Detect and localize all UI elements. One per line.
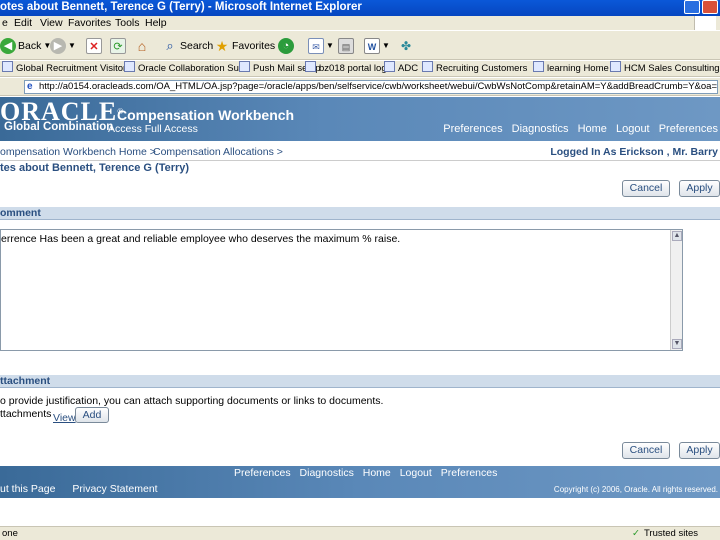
logged-in-user: Logged In As Erickson , Mr. Barry: [550, 146, 718, 158]
menu-favorites[interactable]: Favorites: [68, 16, 111, 30]
word-icon: W: [364, 38, 380, 54]
cancel-button-top[interactable]: Cancel: [622, 180, 670, 197]
link-recruiting-customers[interactable]: Recruiting Customers: [422, 61, 527, 76]
window-controls: [680, 0, 720, 16]
links-bar: Global Recruitment Visitor Oracle Collab…: [0, 61, 720, 77]
home-icon: ⌂: [137, 38, 147, 54]
view-attachments-link[interactable]: View: [53, 412, 76, 424]
cancel-button-bottom[interactable]: Cancel: [622, 442, 670, 459]
apply-button-top[interactable]: Apply: [679, 180, 720, 197]
textarea-scrollbar[interactable]: ▲ ▼: [670, 230, 682, 350]
global-logout-link[interactable]: Logout: [616, 123, 650, 135]
link-oracle-collab[interactable]: Oracle Collaboration Suite: [124, 61, 249, 76]
link-portal-login[interactable]: bz018 portal login: [305, 61, 394, 76]
windows-logo-icon: [694, 16, 716, 30]
menu-file[interactable]: e: [2, 16, 8, 30]
close-window-button[interactable]: [702, 0, 718, 14]
star-icon: ★: [215, 38, 229, 54]
global-diagnostics-link[interactable]: Diagnostics: [512, 123, 569, 135]
oracle-header: ORACLE® Global Combination Compensation …: [0, 97, 720, 141]
refresh-icon: ⟳: [110, 38, 126, 54]
edit-word-button[interactable]: W ▼: [364, 37, 390, 55]
global-preferences-link[interactable]: Preferences: [443, 123, 502, 135]
printer-icon: ▤: [338, 38, 354, 54]
stop-button[interactable]: ✕: [86, 37, 102, 55]
chevron-down-icon: ▼: [68, 41, 76, 50]
page-title: tes about Bennett, Terence G (Terry): [0, 162, 190, 174]
responsibility-name: Access Full Access: [108, 123, 198, 135]
global-home-link[interactable]: Home: [578, 123, 607, 135]
footer-logout-link[interactable]: Logout: [400, 467, 432, 479]
stop-icon: ✕: [86, 38, 102, 54]
home-button[interactable]: ⌂: [134, 37, 150, 55]
window-title: otes about Bennett, Terence G (Terry) - …: [0, 1, 362, 13]
business-group: Global Combination: [4, 121, 114, 133]
link-adc[interactable]: ADC: [384, 61, 418, 76]
link-hcm-sales[interactable]: HCM Sales Consulting: [610, 61, 720, 76]
attachment-section-header: ttachment: [0, 375, 720, 388]
footer-preferences-link[interactable]: Preferences: [234, 467, 291, 479]
refresh-button[interactable]: ⟳: [110, 37, 126, 55]
status-text: one: [2, 528, 18, 539]
breadcrumb: ompensation Workbench Home > Compensatio…: [0, 143, 720, 161]
forward-button[interactable]: ▶ ▼: [50, 37, 76, 55]
footer-diagnostics-link[interactable]: Diagnostics: [300, 467, 354, 479]
scroll-up-icon[interactable]: ▲: [672, 231, 682, 241]
maximize-button[interactable]: [684, 0, 700, 14]
messenger-icon: ✤: [400, 39, 412, 53]
breadcrumb-cwb-home[interactable]: ompensation Workbench Home >: [0, 143, 156, 161]
menu-bar: e Edit View Favorites Tools Help: [0, 16, 720, 30]
about-page-link[interactable]: ut this Page: [0, 483, 55, 495]
security-zone: Trusted sites: [632, 527, 698, 540]
oracle-logo: ORACLE®: [0, 97, 125, 126]
address-input[interactable]: http://a0154.oracleads.com/OA_HTML/OA.js…: [24, 80, 718, 94]
privacy-statement-link[interactable]: Privacy Statement: [72, 483, 157, 495]
chevron-down-icon: ▼: [382, 41, 390, 50]
comment-text: errence Has been a great and reliable em…: [1, 233, 401, 245]
browser-toolbar: ◀ Back ▼ ▶ ▼ ✕ ⟳ ⌂ ⌕ Search ★ Favorites …: [0, 30, 720, 60]
footer-preferences-link-2[interactable]: Preferences: [441, 467, 498, 479]
copyright: Copyright (c) 2006, Oracle. All rights r…: [553, 485, 718, 494]
forward-arrow-icon: ▶: [50, 38, 66, 54]
favorites-button[interactable]: ★ Favorites: [214, 37, 275, 55]
add-attachment-button[interactable]: Add: [75, 407, 109, 423]
page-footer: Preferences Diagnostics Home Logout Pref…: [0, 466, 720, 498]
history-button[interactable]: ◔: [278, 37, 294, 55]
back-button[interactable]: ◀ Back ▼: [0, 37, 51, 55]
attachments-label: ttachments: [0, 408, 52, 420]
global-preferences-link-2[interactable]: Preferences: [659, 123, 718, 135]
attachment-help-text: o provide justification, you can attach …: [0, 395, 384, 407]
messenger-button[interactable]: ✤: [398, 37, 414, 55]
print-button[interactable]: ▤: [338, 37, 354, 55]
address-bar: http://a0154.oracleads.com/OA_HTML/OA.js…: [0, 78, 720, 96]
browser-title-bar: otes about Bennett, Terence G (Terry) - …: [0, 0, 720, 16]
mail-button[interactable]: ✉ ▼: [308, 37, 334, 55]
search-button[interactable]: ⌕ Search: [162, 37, 213, 55]
comment-section-header: omment: [0, 207, 720, 220]
breadcrumb-comp-allocations[interactable]: Compensation Allocations >: [153, 143, 283, 161]
menu-edit[interactable]: Edit: [14, 16, 32, 30]
back-arrow-icon: ◀: [0, 38, 16, 54]
status-bar: one Trusted sites: [0, 526, 720, 540]
mail-icon: ✉: [308, 38, 324, 54]
link-global-recruitment[interactable]: Global Recruitment Visitor: [2, 61, 126, 76]
link-learning-home[interactable]: learning Home: [533, 61, 609, 76]
global-nav: Preferences Diagnostics Home Logout Pref…: [437, 123, 718, 135]
footer-home-link[interactable]: Home: [363, 467, 391, 479]
footer-nav: Preferences Diagnostics Home Logout Pref…: [234, 467, 503, 479]
application-name: Compensation Workbench: [117, 107, 295, 123]
menu-tools[interactable]: Tools: [115, 16, 140, 30]
scroll-down-icon[interactable]: ▼: [672, 339, 682, 349]
menu-help[interactable]: Help: [145, 16, 167, 30]
menu-view[interactable]: View: [40, 16, 63, 30]
apply-button-bottom[interactable]: Apply: [679, 442, 720, 459]
chevron-down-icon: ▼: [326, 41, 334, 50]
search-icon: ⌕: [166, 38, 174, 53]
comment-textarea[interactable]: errence Has been a great and reliable em…: [0, 229, 683, 351]
history-icon: ◔: [278, 38, 294, 54]
footer-links: ut this Page Privacy Statement: [0, 483, 158, 495]
